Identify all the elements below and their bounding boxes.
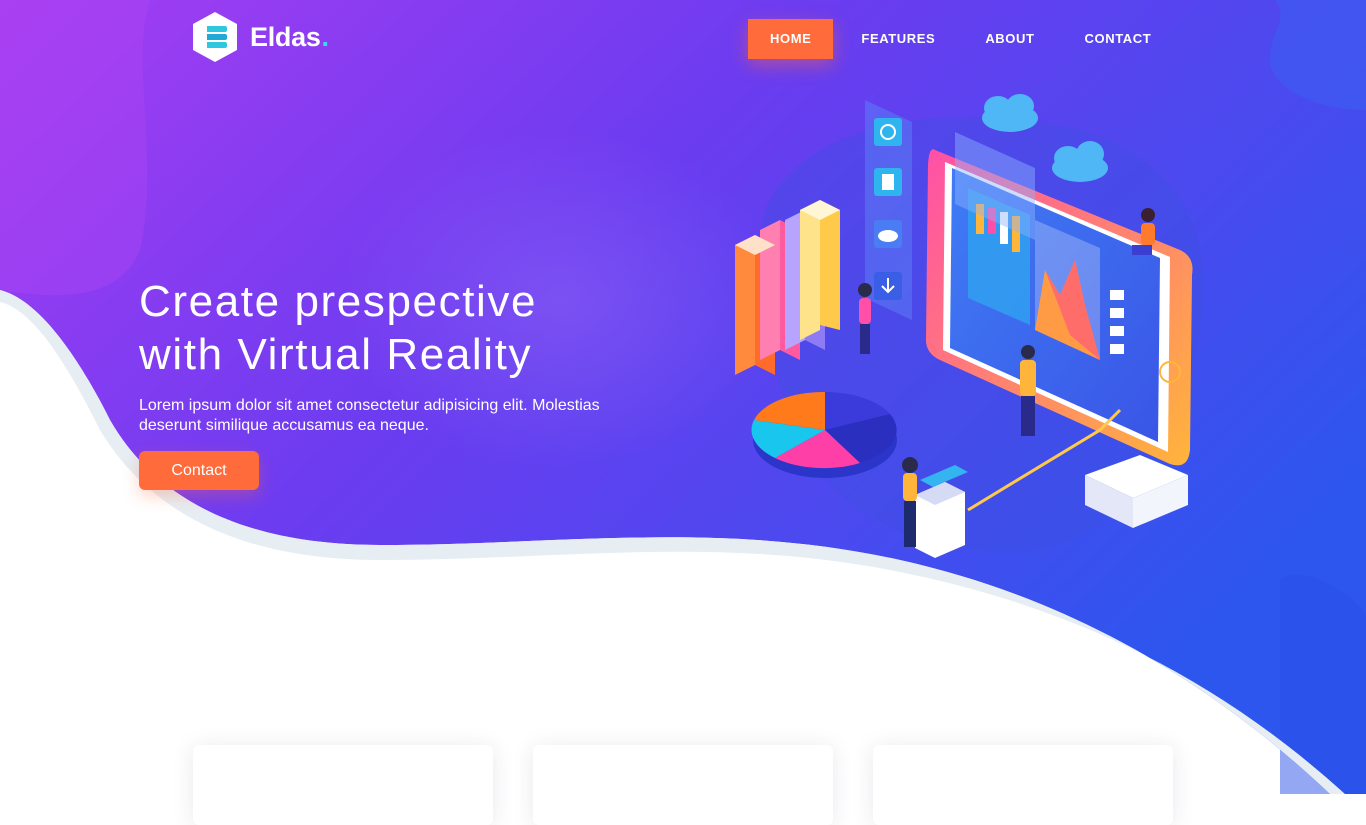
contact-button[interactable]: Contact: [139, 451, 259, 490]
hero-headline: Create prespective with Virtual Reality: [139, 275, 699, 381]
person-figure: [858, 283, 872, 354]
stacked-layers-hex-icon: [193, 12, 237, 62]
floating-icon-panel: [865, 100, 912, 320]
isometric-pie-chart: [751, 391, 897, 478]
feature-card: [533, 745, 833, 825]
hero-subtext: Lorem ipsum dolor sit amet consectetur a…: [139, 396, 679, 436]
feature-card: [193, 745, 493, 825]
nav-about[interactable]: ABOUT: [963, 19, 1056, 59]
nav-home[interactable]: HOME: [748, 19, 834, 59]
subtext-line2: deserunt similique accusamus ea neque.: [139, 417, 429, 434]
subtext-line1: Lorem ipsum dolor sit amet consectetur a…: [139, 397, 600, 414]
brand-dot: .: [321, 21, 330, 52]
person-figure: [902, 457, 918, 547]
headline-line1: Create prespective: [139, 277, 538, 326]
brand-logo[interactable]: Eldas .: [190, 10, 329, 64]
feature-card: [873, 745, 1173, 825]
stacked-bar-cubes: [735, 200, 840, 375]
isometric-virtual-reality-dashboard-illustration: [735, 94, 1205, 558]
nav-contact[interactable]: CONTACT: [1063, 19, 1174, 59]
brand-name: Eldas: [250, 21, 321, 52]
main-nav: HOME FEATURES ABOUT CONTACT: [748, 19, 1173, 59]
headline-line2: with Virtual Reality: [139, 330, 533, 379]
nav-features[interactable]: FEATURES: [839, 19, 957, 59]
